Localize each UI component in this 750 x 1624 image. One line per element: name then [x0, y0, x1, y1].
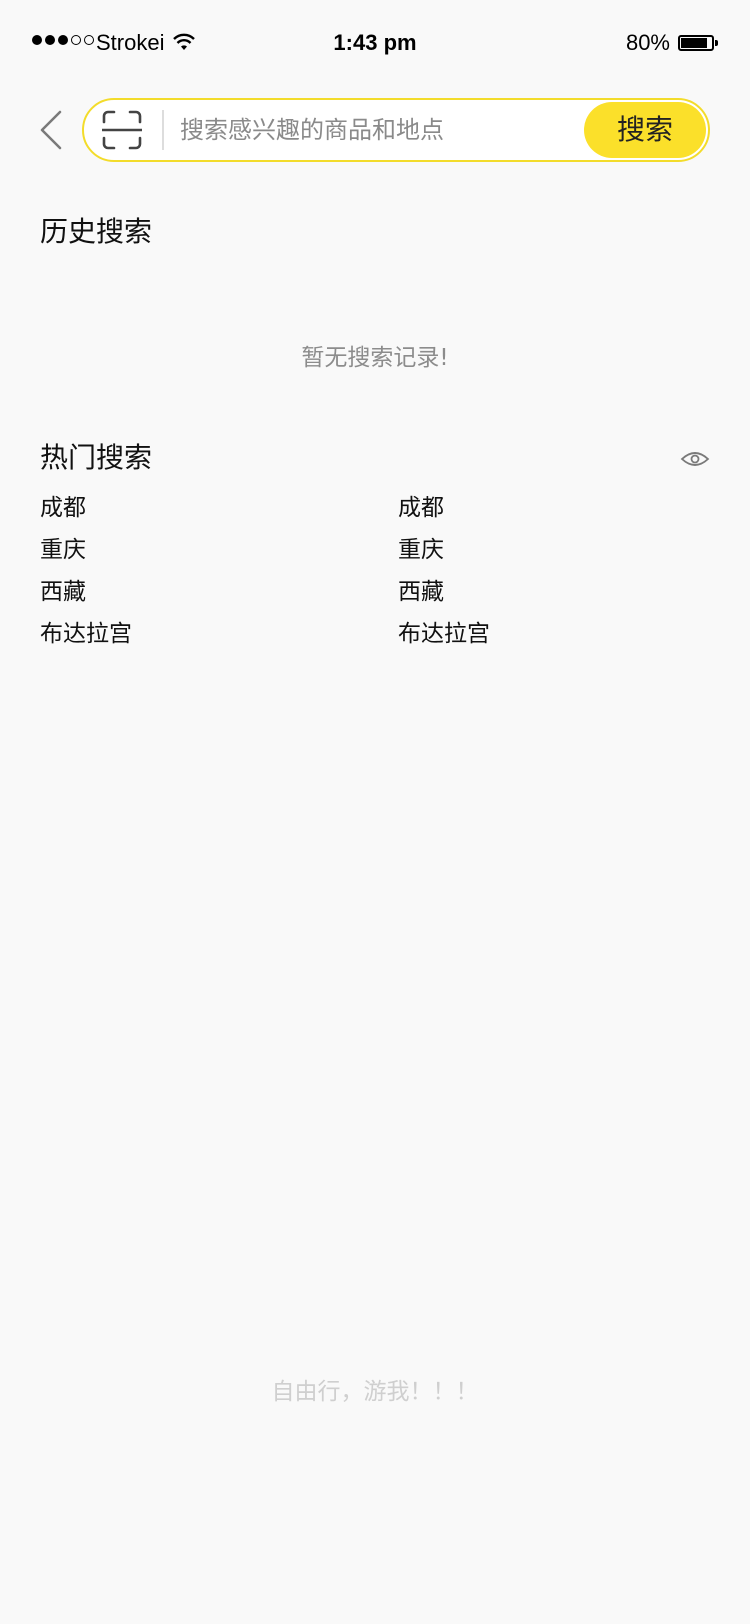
search-input[interactable] [180, 110, 560, 150]
hot-search-list: 成都 成都 重庆 重庆 西藏 西藏 布达拉宫 布达拉宫 [40, 494, 710, 648]
eye-icon[interactable] [680, 448, 710, 470]
hot-item-chengdu[interactable]: 成都 [40, 494, 398, 522]
scan-icon[interactable] [102, 110, 142, 150]
history-empty-message: 暂无搜索记录! [301, 345, 449, 371]
back-chevron-icon[interactable] [36, 108, 66, 152]
search-bar: 搜索 [82, 98, 710, 162]
hot-item-tibet[interactable]: 西藏 [398, 578, 710, 606]
battery-percentage: 80% [625, 30, 670, 55]
search-button[interactable]: 搜索 [584, 102, 706, 158]
hot-item-tibet[interactable]: 西藏 [40, 578, 398, 606]
hot-item-potala-palace[interactable]: 布达拉宫 [398, 620, 710, 648]
footer-slogan: 自由行，游我！！！ [271, 1379, 479, 1405]
hot-item-chengdu[interactable]: 成都 [398, 494, 710, 522]
battery-icon [678, 35, 718, 51]
hot-item-potala-palace[interactable]: 布达拉宫 [40, 620, 398, 648]
history-title: 历史搜索 [40, 215, 153, 248]
hot-item-chongqing[interactable]: 重庆 [398, 536, 710, 564]
status-bar: Strokei 1:43 pm 80% [0, 0, 750, 90]
hot-item-chongqing[interactable]: 重庆 [40, 536, 398, 564]
hot-search-title: 热门搜索 [40, 441, 153, 474]
search-divider [162, 110, 164, 150]
